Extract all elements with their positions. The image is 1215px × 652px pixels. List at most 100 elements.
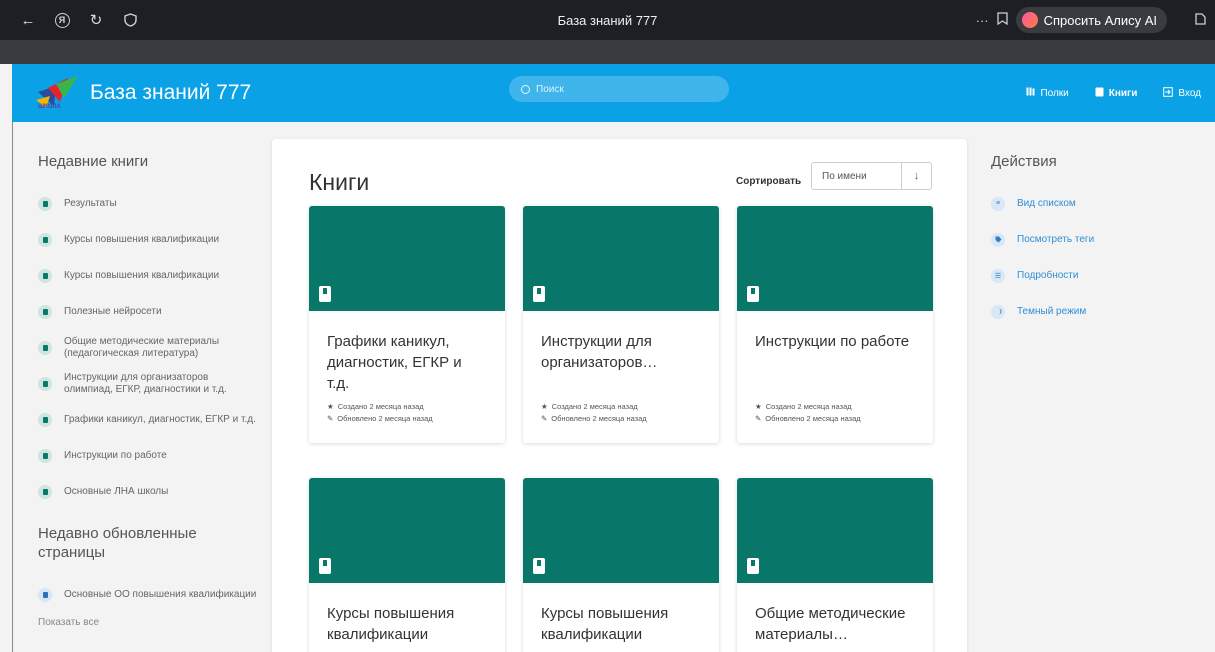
created-text: Создано 2 месяца назад [337,402,424,411]
details-icon: ☰ [991,268,1005,283]
actions-sidebar: Действия ≡ Вид списком Посмотреть теги ☰… [991,152,1191,330]
book-body: Курсы повышения квалификации [523,583,719,652]
shield-icon[interactable] [116,6,144,34]
recent-books-title: Недавние книги [38,153,149,170]
nav-shelves-link[interactable]: Полки [1026,87,1069,99]
recent-pages-title: Недавно обновленные страницы [38,524,197,562]
book-icon [747,286,759,302]
details-action[interactable]: ☰ Подробности [991,258,1191,294]
search-icon [521,84,530,94]
book-cover[interactable] [523,206,719,311]
book-title[interactable]: Инструкции по работе [755,331,915,375]
tag-icon [991,232,1005,247]
menu-dots-icon[interactable]: ··· [976,13,989,28]
book-cover[interactable] [737,206,933,311]
book-card[interactable]: Курсы повышения квалификации [309,478,505,652]
book-cover[interactable] [309,478,505,583]
book-icon [38,268,52,283]
list-view-action[interactable]: ≡ Вид списком [991,186,1191,222]
updated-text: Обновлено 2 месяца назад [551,414,647,423]
nav-shelves-label: Полки [1040,87,1069,99]
book-icon [38,448,52,463]
recent-book-item[interactable]: Инструкции для организаторов олимпиад, Е… [38,366,258,402]
book-icon [533,558,545,574]
sort-direction-button[interactable]: ↓ [901,163,931,189]
recent-book-item[interactable]: Графики каникул, диагностик, ЕГКР и т.д. [38,402,258,438]
book-title[interactable]: Курсы повышения квалификации [327,603,487,647]
book-card[interactable]: Графики каникул, диагностик, ЕГКР и т.д.… [309,206,505,443]
book-title[interactable]: Графики каникул, диагностик, ЕГКР и т.д. [327,331,487,392]
recent-book-label: Курсы повышения квалификации [64,269,220,281]
page-icon [38,587,52,602]
pencil-icon: ✎ [755,414,762,423]
view-tags-action[interactable]: Посмотреть теги [991,222,1191,258]
sort-control: По имени ↓ [811,162,932,190]
book-card[interactable]: Инструкции по работе ★ Создано 2 месяца на… [737,206,933,443]
browser-subbar [0,40,1215,64]
book-card[interactable]: Инструкции для организаторов… ★ Создано 2 … [523,206,719,443]
login-icon [1163,86,1174,100]
nav-books-link[interactable]: Книги [1095,87,1137,100]
shelves-icon [1026,87,1035,99]
sort-select[interactable]: По имени [812,163,901,189]
list-icon: ≡ [991,196,1005,211]
school-logo[interactable]: ШКОЛА [34,72,82,114]
book-cover[interactable] [737,478,933,583]
recent-book-item[interactable]: Курсы повышения квалификации [38,258,258,294]
book-card[interactable]: Общие методические материалы… [737,478,933,652]
created-text: Создано 2 месяца назад [551,402,638,411]
show-all-link[interactable]: Показать все [38,617,258,628]
reload-icon[interactable]: ↻ [82,6,110,34]
updated-text: Обновлено 2 месяца назад [765,414,861,423]
ask-alice-button[interactable]: Спросить Алису AI [1015,7,1167,33]
book-icon [747,558,759,574]
book-cover[interactable] [309,206,505,311]
yandex-logo-icon[interactable]: Я [48,6,76,34]
star-icon: ★ [327,402,334,411]
recent-book-item[interactable]: Полезные нейросети [38,294,258,330]
browser-right-tools: ··· Спросить Алису AI [976,0,1207,40]
book-title[interactable]: Общие методические материалы… [755,603,915,647]
view-tags-label: Посмотреть теги [1017,234,1095,245]
book-icon [38,196,52,211]
recent-book-item[interactable]: Основные ЛНА школы [38,474,258,510]
nav-login-label: Вход [1178,87,1201,99]
extension-icon[interactable] [1193,12,1207,29]
logo-caption: ШКОЛА [38,104,61,110]
book-body: Общие методические материалы… [737,583,933,652]
recent-books-list: Результаты Курсы повышения квалификации Ку… [38,186,258,510]
updated-text: Обновлено 2 месяца назад [337,414,433,423]
created-text: Создано 2 месяца назад [765,402,852,411]
book-meta: ★ Создано 2 месяца назад ✎ Обновлено 2 меся… [755,401,915,425]
recent-book-label: Инструкции для организаторов олимпиад, Е… [64,371,227,395]
search-box[interactable] [509,76,729,102]
book-body: Курсы повышения квалификации [309,583,505,652]
recent-book-item[interactable]: Результаты [38,186,258,222]
recent-book-label: Полезные нейросети [64,305,162,317]
book-card[interactable]: Курсы повышения квалификации [523,478,719,652]
dark-mode-action[interactable]: Темный режим [991,294,1191,330]
recent-book-label: Курсы повышения квалификации [64,233,220,245]
search-input[interactable] [536,83,716,95]
star-icon: ★ [541,402,548,411]
book-meta: ★ Создано 2 месяца назад ✎ Обновлено 2 меся… [541,401,701,425]
recent-book-label: Общие методические материалы (педагогиче… [64,335,220,359]
bookmark-icon[interactable] [996,12,1008,28]
browser-nav: ← Я ↻ [14,0,144,40]
book-cover[interactable] [523,478,719,583]
back-arrow-icon[interactable]: ← [14,6,42,34]
recent-book-item[interactable]: Общие методические материалы (педагогиче… [38,330,258,366]
recent-book-item[interactable]: Курсы повышения квалификации [38,222,258,258]
app-header: ШКОЛА База знаний 777 Полки Книги Вход [12,64,1215,122]
recent-page-item[interactable]: Основные ОО повышения квалификации [38,577,258,613]
book-body: Инструкции по работе ★ Создано 2 месяца на… [737,311,933,443]
book-title[interactable]: Инструкции для организаторов… [541,331,701,375]
app-title[interactable]: База знаний 777 [90,81,251,105]
recent-book-label: Результаты [64,197,117,209]
nav-login-link[interactable]: Вход [1163,86,1201,100]
recent-book-item[interactable]: Инструкции по работе [38,438,258,474]
book-title[interactable]: Курсы повышения квалификации [541,603,701,647]
sort-label: Сортировать [736,176,802,187]
book-icon [38,232,52,247]
book-body: Графики каникул, диагностик, ЕГКР и т.д.… [309,311,505,443]
